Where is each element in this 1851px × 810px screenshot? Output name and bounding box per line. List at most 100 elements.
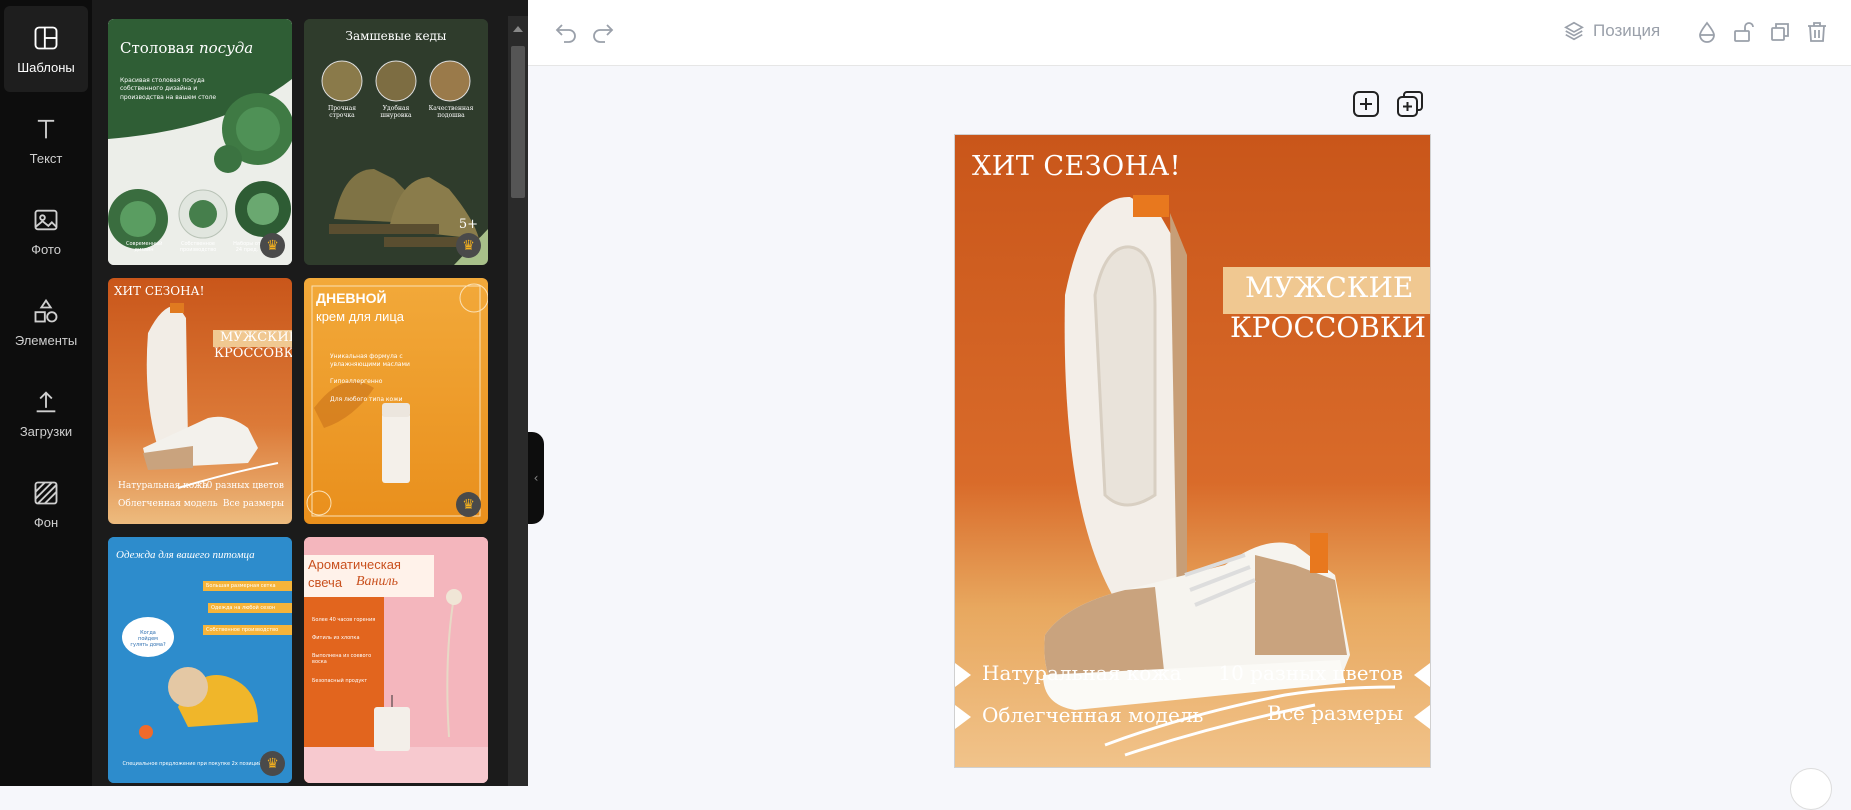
position-button[interactable]: Позиция [1563,20,1660,42]
elements-icon [34,298,58,322]
sneakers-feature-2: 10 разных цветов [200,481,284,491]
lock-button[interactable] [1731,20,1755,44]
rail-item-label: Загрузки [19,423,73,439]
design-feature-1[interactable]: Натуральная кожа [982,661,1182,685]
rail-item-label: Элементы [14,332,78,348]
cream-bullet-1: Уникальная формула с увлажняющими маслам… [330,353,410,368]
design-title-2[interactable]: КРОССОВКИ [1230,311,1426,344]
layers-icon [1564,21,1584,41]
tableware-title-a: Столовая [120,39,195,57]
premium-badge: ♛ [260,751,285,776]
candle-title-c: Ваниль [356,574,398,589]
collapse-panel-button[interactable]: ‹ [528,432,544,524]
cream-bullet-3: Для любого типа кожи [330,396,403,403]
crown-icon: ♛ [462,237,475,254]
suede-badge: 5+ [458,217,478,232]
duplicate-button[interactable] [1768,20,1792,44]
rail-item-label: Шаблоны [17,59,75,75]
sneakers-title-2: КРОССОВКИ [214,346,292,361]
trash-icon [1808,22,1826,42]
suede-caption-1: Прочная строчка [327,105,356,119]
templates-icon [34,26,58,49]
drop-icon [1699,21,1715,43]
cream-title: ДНЕВНОЙ [316,290,387,306]
template-mens-sneakers[interactable]: ХИТ СЕЗОНА! МУЖСКИЕ КРОССОВКИ Натуральна… [108,278,292,524]
template-aroma-candle[interactable]: Ароматическая свеча Ваниль Более 40 часо… [304,537,488,783]
template-pet-clothes[interactable]: Одежда для вашего питомца Большая размер… [108,537,292,783]
suede-title: Замшевые кеды [345,29,447,43]
crown-icon: ♛ [462,496,475,513]
rail-item-background[interactable]: Фон [4,461,88,547]
sneakers-title-1: МУЖСКИЕ [220,330,292,345]
design-title-1[interactable]: МУЖСКИЕ [1245,271,1413,304]
crown-icon: ♛ [266,237,279,254]
rail-item-label: Текст [29,150,63,166]
candle-title-a: Ароматическая [308,557,401,572]
pet-footer: Специальное предложение при покупке 2х п… [122,761,262,767]
add-page-button[interactable] [1352,90,1380,118]
design-feature-2[interactable]: 10 разных цветов [1218,661,1403,685]
rail-item-photo[interactable]: Фото [4,188,88,274]
pet-label-2: Одежда на любой сезон [208,603,292,613]
premium-badge: ♛ [456,233,481,258]
tableware-footer-3: Наборы от 24 пред. [233,241,261,253]
rail-item-label: Фото [31,241,61,257]
candle-bullet-1: Более 40 часов горения [312,617,376,623]
design-feature-4[interactable]: Все размеры [1267,701,1403,725]
undo-button[interactable] [554,20,578,44]
opacity-button[interactable] [1695,20,1719,44]
pet-title: Одежда для вашего питомца [116,549,255,561]
candle-bullet-4: Безопасный продукт [312,678,368,684]
tableware-title: Столовая посуда [120,39,253,57]
template-tableware[interactable]: Столовая посуда Красивая столовая посуда… [108,19,292,265]
candle-bullet-3: Выполнена из соевого воска [312,653,372,665]
scrollbar-thumb[interactable] [511,46,525,198]
feature-arrow-left [955,663,971,687]
sneakers-feature-3: Облегченная модель [118,499,218,509]
feature-arrow-left [955,705,971,729]
rail-item-uploads[interactable]: Загрузки [4,370,88,456]
photo-icon [34,209,58,230]
template-suede-sneakers[interactable]: Замшевые кеды Прочная строчка Удобная шн… [304,19,488,265]
pet-art [108,537,292,783]
tableware-footer-2: Собственное производство [179,241,217,253]
sneakers-hit: ХИТ СЕЗОНА! [114,284,205,298]
uploads-icon [36,390,56,412]
templates-scrollbar[interactable] [508,16,528,786]
undo-icon [555,24,576,43]
candle-bullet-2: Фитиль из хлопка [312,635,360,641]
premium-badge: ♛ [456,492,481,517]
crown-icon: ♛ [266,755,279,772]
design-feature-3[interactable]: Облегченная модель [982,703,1203,727]
pet-label-1: Большая размерная сетка [203,581,292,591]
duplicate-page-button[interactable] [1396,90,1424,118]
chevron-left-icon: ‹ [533,471,539,485]
templates-panel: Столовая посуда Красивая столовая посуда… [92,0,528,786]
scroll-up-arrow-icon[interactable] [513,26,523,32]
tableware-footer-1: Современный дизайн [126,241,163,253]
rail-item-templates[interactable]: Шаблоны [4,6,88,92]
delete-button[interactable] [1805,20,1829,44]
suede-caption-3: Качественная подошва [428,105,474,119]
copy-plus-icon [1397,91,1423,117]
sneakers-feature-1: Натуральная кожа [118,481,208,491]
rail-item-elements[interactable]: Элементы [4,279,88,365]
rail-item-label: Фон [33,514,59,530]
design-canvas[interactable]: ХИТ СЕЗОНА! МУЖСКИЕ КРОССОВКИ Натуральна… [954,134,1431,768]
text-icon [37,119,55,138]
rail-item-text[interactable]: Текст [4,97,88,183]
left-rail: Шаблоны Текст Фото Элементы Загрузки Фон [0,0,92,786]
premium-badge: ♛ [260,233,285,258]
duplicate-icon [1771,23,1789,41]
tableware-desc: Красивая столовая посуда собственного ди… [120,77,217,101]
suede-caption-2: Удобная шнуровка [380,105,412,119]
sneakers-feature-4: Все размеры [222,499,284,509]
feature-arrow-right [1414,663,1430,687]
design-hit-label[interactable]: ХИТ СЕЗОНА! [972,151,1181,182]
template-day-cream[interactable]: ДНЕВНОЙ крем для лица Уникальная формула… [304,278,488,524]
help-button[interactable] [1790,768,1832,810]
pet-label-3: Собственное производство [203,625,292,635]
redo-button[interactable] [591,20,615,44]
cream-bullet-2: Гипоаллергенно [330,378,383,385]
pet-bubble: Когда пойдем гулять дома? [130,630,166,648]
